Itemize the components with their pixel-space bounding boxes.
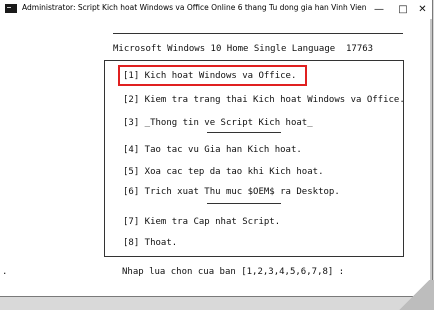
title-bar[interactable]: Administrator: Script Kich hoat Windows … <box>0 0 432 19</box>
window-title: Administrator: Script Kich hoat Windows … <box>22 3 367 12</box>
menu-box-top <box>104 60 404 61</box>
close-button[interactable]: ✕ <box>413 0 432 19</box>
scrollbar[interactable] <box>430 19 432 296</box>
left-dot: . <box>2 267 8 277</box>
menu-item-4[interactable]: [4] Tao tac vu Gia han Kich hoat. <box>123 145 302 156</box>
menu-item-2[interactable]: [2] Kiem tra trang thai Kich hoat Window… <box>123 95 405 106</box>
maximize-button[interactable]: □ <box>391 0 415 19</box>
menu-box-right <box>403 60 404 257</box>
console-window: Administrator: Script Kich hoat Windows … <box>0 0 433 297</box>
top-divider <box>113 33 403 34</box>
os-version-line: Microsoft Windows 10 Home Single Languag… <box>113 44 374 54</box>
section-divider-1 <box>207 132 281 133</box>
menu-box-left <box>104 60 105 257</box>
menu-item-3[interactable]: [3] _Thong tin ve Script Kich hoat_ <box>123 118 313 129</box>
choice-prompt[interactable]: Nhap lua chon cua ban [1,2,3,4,5,6,7,8] … <box>122 267 344 278</box>
section-divider-2 <box>207 203 281 204</box>
selection-highlight <box>118 65 307 86</box>
minimize-button[interactable]: — <box>367 0 391 19</box>
menu-item-8[interactable]: [8] Thoat. <box>123 238 177 249</box>
console-output[interactable]: Microsoft Windows 10 Home Single Languag… <box>0 19 432 296</box>
menu-item-5[interactable]: [5] Xoa cac tep da tao khi Kich hoat. <box>123 167 323 178</box>
menu-item-7[interactable]: [7] Kiem tra Cap nhat Script. <box>123 217 280 228</box>
console-app-icon <box>5 4 17 13</box>
desktop-corner <box>394 280 434 310</box>
menu-item-6[interactable]: [6] Trich xuat Thu muc $OEM$ ra Desktop. <box>123 187 340 198</box>
menu-box-bottom <box>104 256 404 257</box>
